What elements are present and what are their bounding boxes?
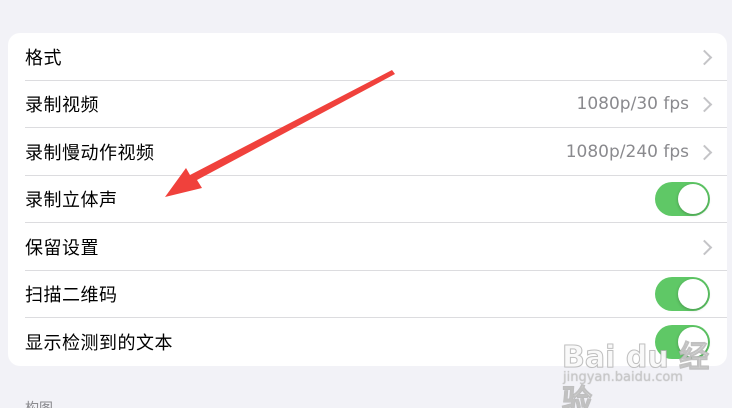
row-value: 1080p/240 fps [565,141,689,162]
row-label: 显示检测到的文本 [25,332,173,354]
toggle-knob [678,279,708,310]
section-header-composition: 构图 [25,398,53,408]
toggle-knob [678,184,708,215]
row-preserve-settings[interactable]: 保留设置 [8,223,727,271]
baidu-watermark: Bai du 经验 jingyan.baidu.com [560,332,730,408]
row-record-video[interactable]: 录制视频 1080p/30 fps [8,81,727,128]
chevron-right-icon [696,239,713,256]
chevron-right-icon [696,144,713,161]
scan-qr-toggle[interactable] [655,277,710,312]
row-label: 格式 [25,47,62,69]
row-record-slomo[interactable]: 录制慢动作视频 1080p/240 fps [8,128,727,176]
stereo-toggle[interactable] [655,182,710,217]
chevron-right-icon [696,49,713,66]
row-label: 扫描二维码 [25,285,118,307]
row-scan-qr: 扫描二维码 [8,271,727,318]
settings-screen: 格式 录制视频 1080p/30 fps 录制慢动作视频 1080p/240 f… [0,0,732,408]
chevron-right-icon [696,96,713,113]
row-format[interactable]: 格式 [8,33,727,81]
watermark-url: jingyan.baidu.com [563,370,683,385]
row-record-stereo: 录制立体声 [8,176,727,223]
row-label: 保留设置 [25,237,99,259]
camera-settings-group: 格式 录制视频 1080p/30 fps 录制慢动作视频 1080p/240 f… [8,33,727,366]
row-value: 1080p/30 fps [576,94,689,115]
row-label: 录制视频 [25,95,99,117]
row-label: 录制慢动作视频 [25,142,155,164]
row-label: 录制立体声 [25,190,118,212]
